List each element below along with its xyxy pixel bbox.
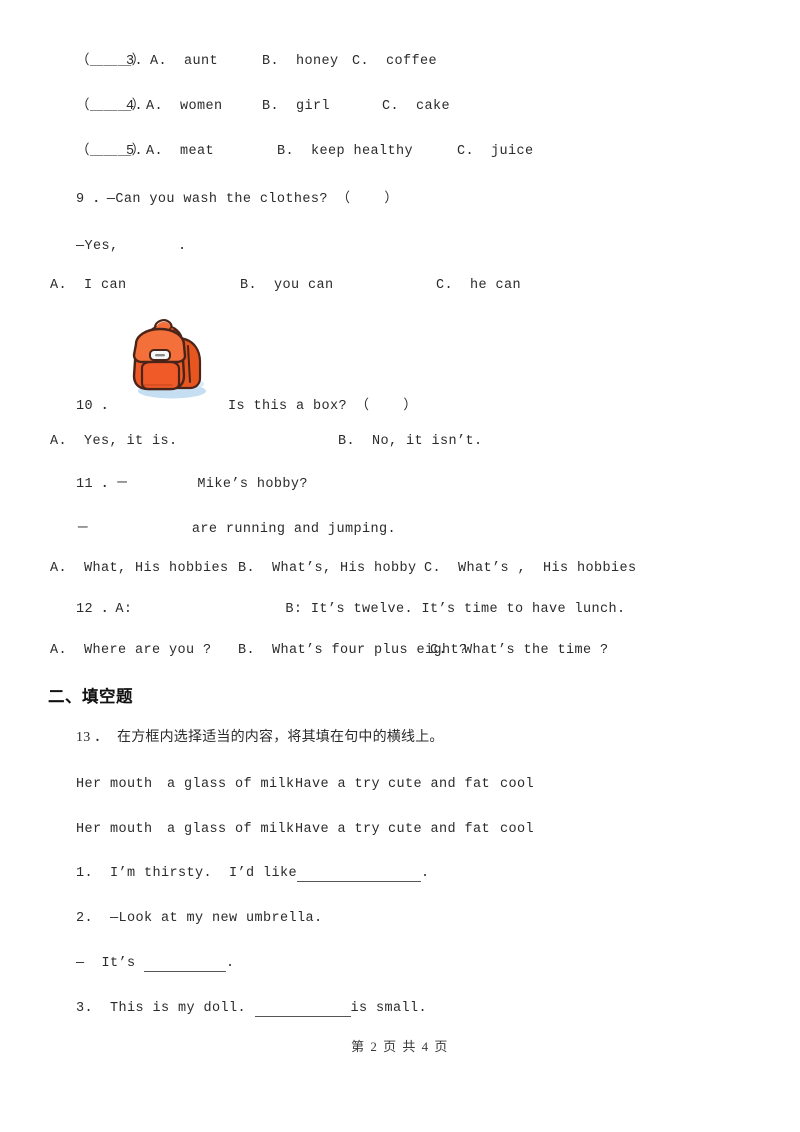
word-bank-1-item-2[interactable]: Have a try — [295, 777, 380, 792]
fill-blank-1-prefix: 1. I’m thirsty. I’d like — [76, 866, 298, 881]
question-9-stem: 9 ．—Can you wash the clothes? （ ） — [76, 192, 399, 207]
question-10-option-b[interactable]: B. No, it isn’t. — [338, 434, 483, 449]
backpack-icon — [122, 312, 214, 402]
choice-5-option-c[interactable]: C. juice — [457, 144, 534, 159]
choice-3-option-b[interactable]: B. honey — [262, 54, 339, 69]
word-bank-2-item-2[interactable]: Have a try — [295, 822, 380, 837]
question-11-stem: 11 ．－ Mike’s hobby? — [76, 477, 308, 492]
fill-blank-2b-suffix: . — [226, 956, 235, 971]
item-13-number: 13 ． — [76, 730, 109, 745]
question-11-stem-second-line: － are running and jumping. — [76, 522, 396, 537]
fill-blank-3-prefix: 3. This is my doll. — [76, 1001, 255, 1016]
choice-row-number-5: 5. — [126, 144, 144, 159]
fill-blank-3-line[interactable] — [254, 1003, 351, 1018]
question-9-option-a[interactable]: A. I can — [50, 278, 127, 293]
fill-blank-3-suffix: is small. — [350, 1001, 428, 1016]
question-9-option-b[interactable]: B. you can — [240, 278, 334, 293]
word-bank-2-item-1[interactable]: a glass of milk — [167, 822, 295, 837]
fill-blank-row-2: 2. —Look at my new umbrella. — [76, 911, 323, 927]
question-10-option-a[interactable]: A. Yes, it is. — [50, 434, 178, 449]
word-bank-1-item-3[interactable]: cute and fat — [388, 777, 490, 792]
question-11-option-b[interactable]: B. What’s, His hobby — [238, 561, 417, 576]
word-bank-1-item-1[interactable]: a glass of milk — [167, 777, 295, 792]
question-10-stem: Is this a box? （ ） — [228, 399, 418, 414]
question-12-option-a[interactable]: A. Where are you ? — [50, 643, 212, 658]
choice-3-option-c[interactable]: C. coffee — [352, 54, 437, 69]
section-two-heading: 二、填空题 — [48, 688, 133, 706]
word-bank-2-item-4[interactable]: cool — [500, 822, 534, 837]
fill-blank-1-line[interactable] — [297, 868, 422, 883]
choice-row-number-4: 4. — [126, 99, 144, 114]
question-12-stem: 12 ．A: B: It’s twelve. It’s time to have… — [76, 602, 626, 617]
page-footer: 第 2 页 共 4 页 — [351, 1039, 449, 1054]
choice-3-option-a[interactable]: A. aunt — [150, 54, 218, 69]
fill-blank-2b-prefix: — It’s — [76, 956, 145, 971]
question-11-option-c[interactable]: C. What’s , His hobbies — [424, 561, 637, 576]
question-11-option-a[interactable]: A. What, His hobbies — [50, 561, 229, 576]
question-9-option-c[interactable]: C. he can — [436, 278, 521, 293]
exam-page: （＿＿＿） 3. A. aunt B. honey C. coffee （＿＿＿… — [0, 0, 800, 1132]
choice-4-option-a[interactable]: A. women — [146, 99, 223, 114]
fill-blank-row-2b: — It’s . — [76, 956, 235, 973]
choice-4-option-b[interactable]: B. girl — [262, 99, 330, 114]
fill-blank-row-1: 1. I’m thirsty. I’d like. — [76, 866, 430, 883]
fill-blank-row-3: 3. This is my doll. is small. — [76, 1001, 428, 1018]
question-12-option-c[interactable]: C. What’s the time ? — [430, 643, 609, 658]
word-bank-1-item-0[interactable]: Her mouth — [76, 777, 153, 792]
choice-5-option-b[interactable]: B. keep healthy — [277, 144, 413, 159]
question-10-number: 10 ． — [76, 399, 116, 414]
fill-blank-2b-line[interactable] — [144, 958, 227, 973]
word-bank-2-item-0[interactable]: Her mouth — [76, 822, 153, 837]
item-13-instruction: 在方框内选择适当的内容，将其填在句中的横线上。 — [117, 730, 444, 745]
question-9-stem-second-line: —Yes, . — [76, 239, 187, 254]
choice-4-option-c[interactable]: C. cake — [382, 99, 450, 114]
word-bank-2-item-3[interactable]: cute and fat — [388, 822, 490, 837]
word-bank-1-item-4[interactable]: cool — [500, 777, 534, 792]
fill-blank-1-suffix: . — [421, 866, 430, 881]
fill-blank-2-prefix: 2. —Look at my new umbrella. — [76, 911, 323, 926]
choice-5-option-a[interactable]: A. meat — [146, 144, 214, 159]
choice-row-number-3: 3. — [126, 54, 144, 69]
